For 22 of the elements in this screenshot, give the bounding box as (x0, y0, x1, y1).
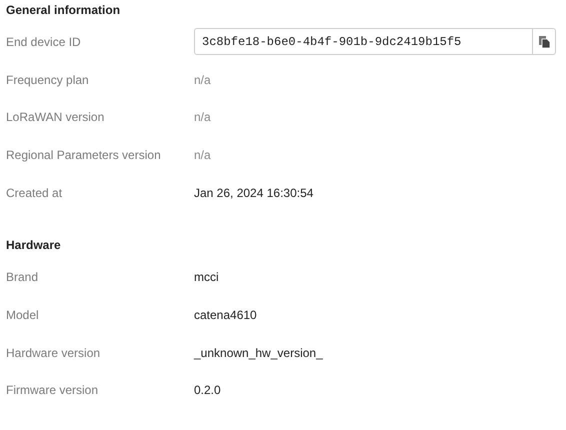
field-label: Model (6, 306, 40, 324)
field-value: catena4610 (194, 306, 257, 324)
unset-value: n/a (194, 146, 211, 164)
field-value: 0.2.0 (194, 382, 221, 400)
field-label: End device ID (6, 34, 82, 51)
field-label: Frequency plan (6, 72, 90, 89)
section-heading: General information (6, 2, 122, 18)
field-label: Created at (6, 184, 64, 202)
id-value: 3c8bfe18-b6e0-4b4f-901b-9dc2419b15f5 (201, 34, 462, 51)
field-label: Regional Parameters version (6, 146, 162, 164)
unset-value: n/a (194, 72, 211, 89)
field-label: Hardware version (6, 344, 102, 362)
field-label: LoRaWAN version (6, 109, 106, 126)
copy-icon (538, 36, 550, 48)
unset-value: n/a (194, 109, 211, 126)
field-value: Jan 26, 2024 16:30:54 (194, 184, 314, 202)
id-field[interactable]: 3c8bfe18-b6e0-4b4f-901b-9dc2419b15f5 (194, 28, 556, 56)
field-label: Brand (6, 269, 40, 286)
field-value: mcci (194, 269, 219, 286)
field-label: Firmware version (6, 382, 100, 400)
field-value: _unknown_hw_version_ (194, 344, 323, 362)
section-heading: Hardware (6, 237, 62, 254)
